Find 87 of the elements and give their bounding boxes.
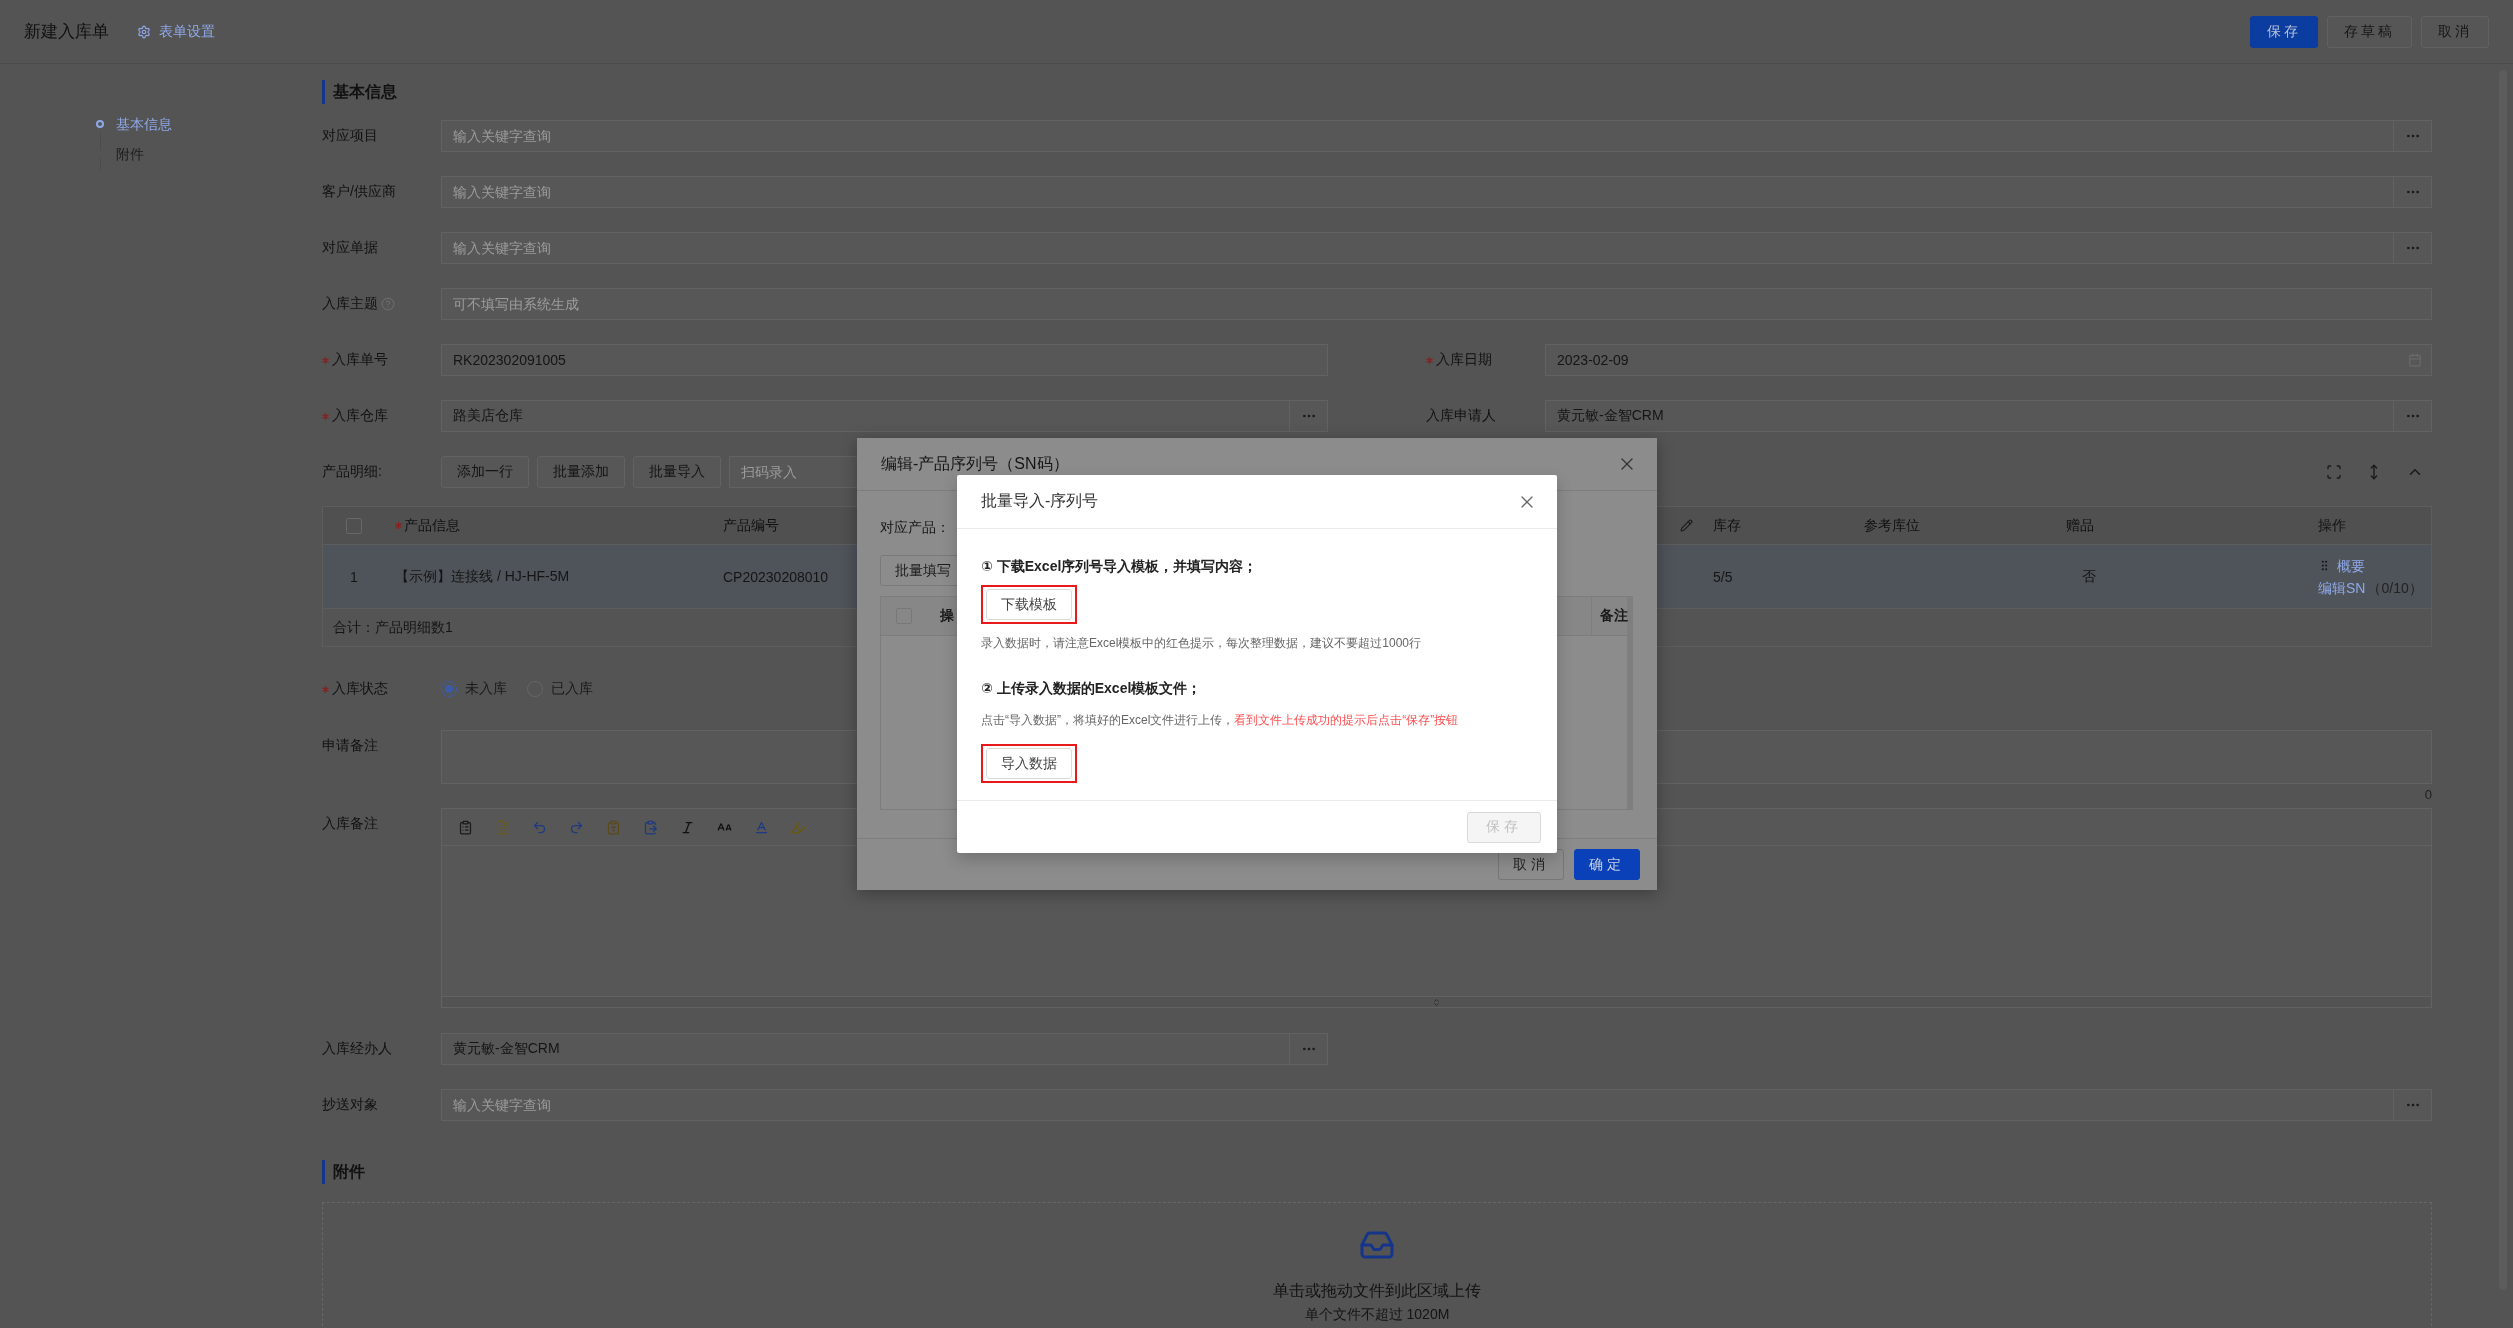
input-field[interactable]: 可不填写由系统生成 — [441, 288, 2432, 320]
field-label: 入库日期 — [1436, 351, 1492, 369]
step-hint: 点击“导入数据”，将填好的Excel文件进行上传，看到文件上传成功的提示后点击“保存”按钮 — [981, 712, 1459, 729]
input-field[interactable]: 输入关键字查询 — [441, 1089, 2394, 1121]
column-header: 操作 — [2308, 507, 2431, 545]
input-field[interactable]: 输入关键字查询 — [441, 176, 2394, 208]
field-label: 客户/供应商 — [322, 183, 396, 201]
field-label: 入库备注 — [322, 815, 378, 831]
sn-count: （0/10） — [2367, 578, 2423, 598]
field-label: 入库经办人 — [322, 1040, 392, 1058]
paste-text-icon[interactable] — [606, 819, 621, 835]
more-button[interactable] — [2394, 176, 2432, 208]
step-hint: 录入数据时，请注意Excel模板中的红色提示，每次整理数据，建议不要超过1000行 — [981, 635, 1422, 652]
font-color-icon[interactable] — [754, 819, 769, 835]
field-label: 入库仓库 — [332, 407, 388, 425]
undo-icon[interactable] — [532, 819, 547, 835]
upload-hint: 单个文件不超过 1020M — [1304, 1306, 1450, 1324]
page-title: 新建入库单 — [24, 21, 109, 43]
table-cell: 【示例】连接线 / HJ-HF-5M — [385, 545, 713, 609]
paste-icon[interactable] — [643, 819, 658, 835]
more-button[interactable] — [2394, 1089, 2432, 1121]
resize-handle-icon[interactable] — [1432, 997, 1441, 1007]
upload-area[interactable]: 单击或拖动文件到此区域上传 单个文件不超过 1020M — [322, 1202, 2432, 1328]
field-label: 入库申请人 — [1426, 407, 1496, 425]
table-cell: 1 — [323, 545, 385, 609]
more-button[interactable] — [2394, 232, 2432, 264]
fullscreen-icon[interactable] — [2326, 464, 2342, 480]
field-label: 入库单号 — [332, 351, 388, 369]
nav-item[interactable]: 基本信息 — [96, 114, 322, 134]
input-field[interactable]: 输入关键字查询 — [441, 120, 2394, 152]
column-header: 库存 — [1703, 507, 1854, 545]
total-text: 合计：产品明细数1 — [333, 618, 453, 637]
document-icon[interactable] — [495, 819, 510, 835]
field-label: 申请备注 — [322, 737, 378, 753]
edit-sn-link[interactable]: 编辑SN — [2318, 576, 2366, 599]
field-label: 对应单据 — [322, 239, 378, 257]
header-button[interactable]: 存草稿 — [2327, 15, 2412, 48]
edit-icon[interactable] — [1680, 519, 1693, 532]
step-heading: ② 上传录入数据的Excel模板文件； — [981, 679, 1202, 698]
input-field[interactable]: 输入关键字查询 — [441, 232, 2394, 264]
step-button[interactable]: 导入数据 — [986, 748, 1072, 779]
summary-link[interactable]: 概要 — [2337, 554, 2365, 577]
table-cell: 否 — [2056, 545, 2308, 609]
upload-text: 单击或拖动文件到此区域上传 — [1273, 1281, 1481, 1301]
section-label: 产品明细: — [322, 463, 382, 481]
required-icon — [1426, 356, 1433, 364]
save-button[interactable]: 保存 — [2250, 15, 2318, 48]
section-title: 附件 — [322, 1160, 365, 1184]
required-icon — [322, 685, 329, 693]
font-icon[interactable] — [680, 819, 695, 835]
toolbar-button[interactable]: 批量添加 — [537, 456, 625, 488]
gear-icon — [137, 24, 151, 39]
nav-item[interactable]: 附件 — [96, 144, 322, 164]
toolbar-button[interactable]: 批量导入 — [633, 456, 721, 488]
header-button[interactable]: 取消 — [2421, 15, 2489, 48]
field-label: 入库状态 — [332, 680, 388, 698]
input-field[interactable]: 路美店仓库 — [441, 400, 1290, 432]
column-header: 操 — [939, 606, 954, 625]
column-header: 产品信息 — [385, 507, 713, 545]
redo-icon[interactable] — [569, 819, 584, 835]
step-button[interactable]: 下载模板 — [986, 589, 1072, 620]
input-field[interactable]: RK202302091005 — [441, 344, 1328, 376]
section-title: 基本信息 — [322, 80, 397, 104]
required-icon — [322, 356, 329, 364]
field-label: 入库主题 — [322, 295, 378, 313]
radio-option[interactable]: 未入库 — [441, 680, 507, 698]
input-field[interactable]: 黄元敏-金智CRM — [1545, 400, 2394, 432]
more-button[interactable] — [1290, 1033, 1328, 1065]
date-field[interactable]: 2023-02-09 — [1545, 344, 2432, 376]
input-field[interactable]: 黄元敏-金智CRM — [441, 1033, 1290, 1065]
table-cell: 5/5 — [1703, 545, 1854, 609]
highlight-icon[interactable] — [791, 819, 806, 835]
field-label: 抄送对象 — [322, 1096, 378, 1114]
required-icon — [395, 522, 402, 529]
column-header: 备注 — [1591, 597, 1628, 635]
field-label: 对应项目 — [322, 127, 378, 145]
confirm-button[interactable]: 确定 — [1574, 849, 1640, 880]
more-button[interactable] — [1290, 400, 1328, 432]
field-label: 对应产品： — [880, 519, 950, 537]
more-button[interactable] — [2394, 120, 2432, 152]
form-settings-link[interactable]: 表单设置 — [137, 22, 215, 41]
required-icon — [322, 412, 329, 420]
more-button[interactable] — [2394, 400, 2432, 432]
column-header: 参考库位 — [1854, 507, 2056, 545]
toolbar-button[interactable]: 添加一行 — [441, 456, 529, 488]
column-header: 赠品 — [2056, 507, 2308, 545]
clipboard-icon[interactable] — [458, 819, 473, 835]
